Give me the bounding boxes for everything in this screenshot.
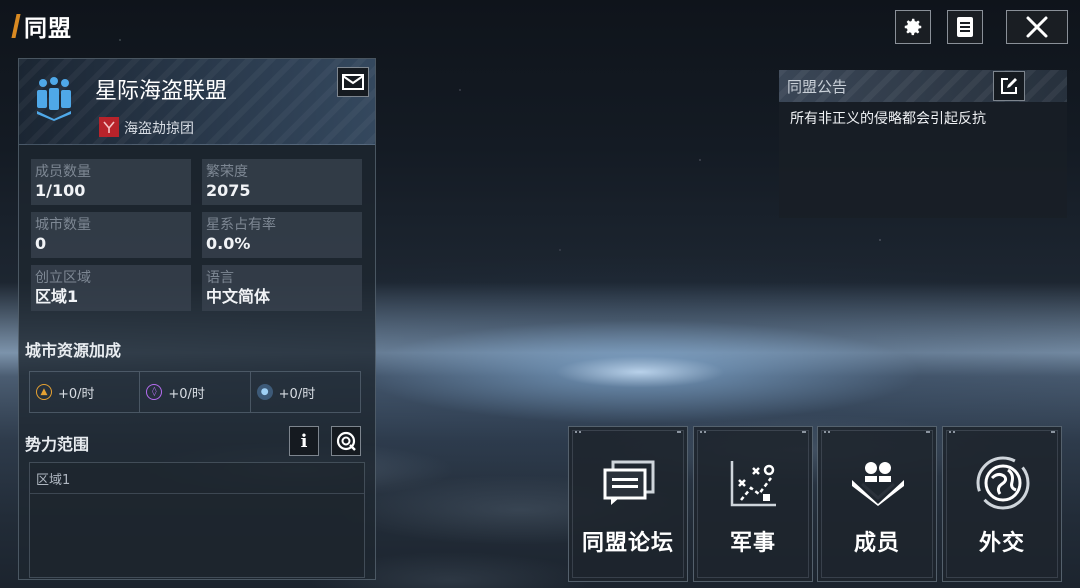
corner-dots bbox=[677, 431, 681, 433]
members-icon bbox=[848, 455, 908, 511]
mail-icon bbox=[342, 74, 364, 90]
stat-galaxy-share: 星系占有率 0.0% bbox=[202, 212, 362, 258]
announcement-title: 同盟公告 bbox=[787, 78, 848, 96]
diplomacy-icon bbox=[973, 455, 1033, 511]
stat-label: 语言 bbox=[206, 270, 234, 286]
stat-label: 繁荣度 bbox=[206, 164, 248, 180]
crystal-resource-icon: ◊ bbox=[146, 384, 163, 400]
forum-button[interactable]: 同盟论坛 bbox=[568, 426, 688, 582]
stat-prosperity: 繁荣度 2075 bbox=[202, 159, 362, 205]
resource-bonus-item: ● +0/时 bbox=[251, 372, 360, 412]
alliance-header: 星际海盗联盟 海盗劫掠团 bbox=[19, 59, 375, 145]
settings-button[interactable] bbox=[895, 10, 931, 44]
military-label: 军事 bbox=[729, 531, 776, 556]
corner-dots bbox=[1051, 431, 1055, 433]
stat-value: 区域1 bbox=[35, 287, 79, 306]
stat-label: 星系占有率 bbox=[206, 217, 276, 233]
diplomacy-button[interactable]: 外交 bbox=[942, 426, 1062, 582]
title-accent-bar bbox=[11, 14, 21, 38]
announcement-panel: 同盟公告 所有非正义的侵略都会引起反抗 bbox=[779, 70, 1067, 218]
divider bbox=[30, 493, 364, 494]
mail-button[interactable] bbox=[337, 67, 369, 97]
resource-bonus-row: ▲ +0/时 ◊ +0/时 ● +0/时 bbox=[29, 371, 361, 413]
page-title: 同盟 bbox=[11, 10, 72, 42]
members-button[interactable]: 成员 bbox=[817, 426, 937, 582]
territory-list: 区域1 bbox=[29, 462, 365, 578]
corner-dots bbox=[926, 431, 930, 433]
page-title-text: 同盟 bbox=[24, 16, 72, 42]
log-button[interactable] bbox=[947, 10, 983, 44]
stat-founding-region: 创立区域 区域1 bbox=[31, 265, 191, 311]
pirate-tag-icon bbox=[99, 117, 119, 137]
corner-dots bbox=[700, 431, 706, 433]
alliance-name: 星际海盗联盟 bbox=[95, 79, 228, 104]
diplomacy-label: 外交 bbox=[978, 531, 1025, 556]
forum-icon bbox=[599, 455, 659, 511]
tactics-icon bbox=[724, 455, 784, 511]
stat-value: 2075 bbox=[206, 181, 251, 200]
target-icon bbox=[336, 431, 356, 451]
info-button[interactable]: i bbox=[289, 426, 319, 456]
locate-button[interactable] bbox=[331, 426, 361, 456]
corner-dots bbox=[949, 431, 955, 433]
corner-dots bbox=[824, 431, 830, 433]
stat-value: 0 bbox=[35, 234, 47, 253]
edit-announcement-button[interactable] bbox=[993, 71, 1025, 101]
alliance-info-panel: 星际海盗联盟 海盗劫掠团 成员数量 1/100 繁荣度 2075 城市数量 0 bbox=[18, 58, 376, 580]
territory-title: 势力范围 bbox=[25, 435, 90, 454]
stat-value: 0.0% bbox=[206, 234, 251, 253]
stat-label: 成员数量 bbox=[35, 164, 91, 180]
stat-label: 创立区域 bbox=[35, 270, 91, 286]
stat-value: 1/100 bbox=[35, 181, 86, 200]
resource-value: +0/时 bbox=[278, 386, 316, 402]
stat-members: 成员数量 1/100 bbox=[31, 159, 191, 205]
announcement-text: 所有非正义的侵略都会引起反抗 bbox=[790, 111, 986, 127]
resource-bonus-title: 城市资源加成 bbox=[25, 341, 122, 360]
resource-value: +0/时 bbox=[168, 386, 205, 402]
gear-icon bbox=[904, 18, 922, 36]
resource-bonus-item: ◊ +0/时 bbox=[140, 372, 251, 412]
triangle-resource-icon: ▲ bbox=[36, 384, 52, 400]
stat-label: 城市数量 bbox=[35, 217, 91, 233]
close-icon bbox=[1026, 16, 1048, 38]
resource-value: +0/时 bbox=[58, 386, 95, 402]
forum-label: 同盟论坛 bbox=[581, 531, 674, 556]
military-button[interactable]: 军事 bbox=[693, 426, 813, 582]
resource-bonus-item: ▲ +0/时 bbox=[30, 372, 141, 412]
corner-dots bbox=[575, 431, 581, 433]
stat-language: 语言 中文简体 bbox=[202, 265, 362, 311]
gas-resource-icon: ● bbox=[256, 384, 273, 400]
edit-icon bbox=[1001, 78, 1017, 94]
stat-value: 中文简体 bbox=[206, 287, 271, 306]
close-button[interactable] bbox=[1006, 10, 1068, 44]
members-label: 成员 bbox=[853, 531, 900, 556]
territory-region[interactable]: 区域1 bbox=[36, 469, 70, 488]
announcement-header: 同盟公告 bbox=[779, 70, 1067, 102]
alliance-emblem-icon bbox=[37, 77, 71, 121]
stat-cities: 城市数量 0 bbox=[31, 212, 191, 258]
info-icon: i bbox=[300, 430, 308, 452]
corner-dots bbox=[802, 431, 806, 433]
document-icon bbox=[957, 17, 973, 37]
alliance-tag: 海盗劫掠团 bbox=[124, 121, 194, 137]
